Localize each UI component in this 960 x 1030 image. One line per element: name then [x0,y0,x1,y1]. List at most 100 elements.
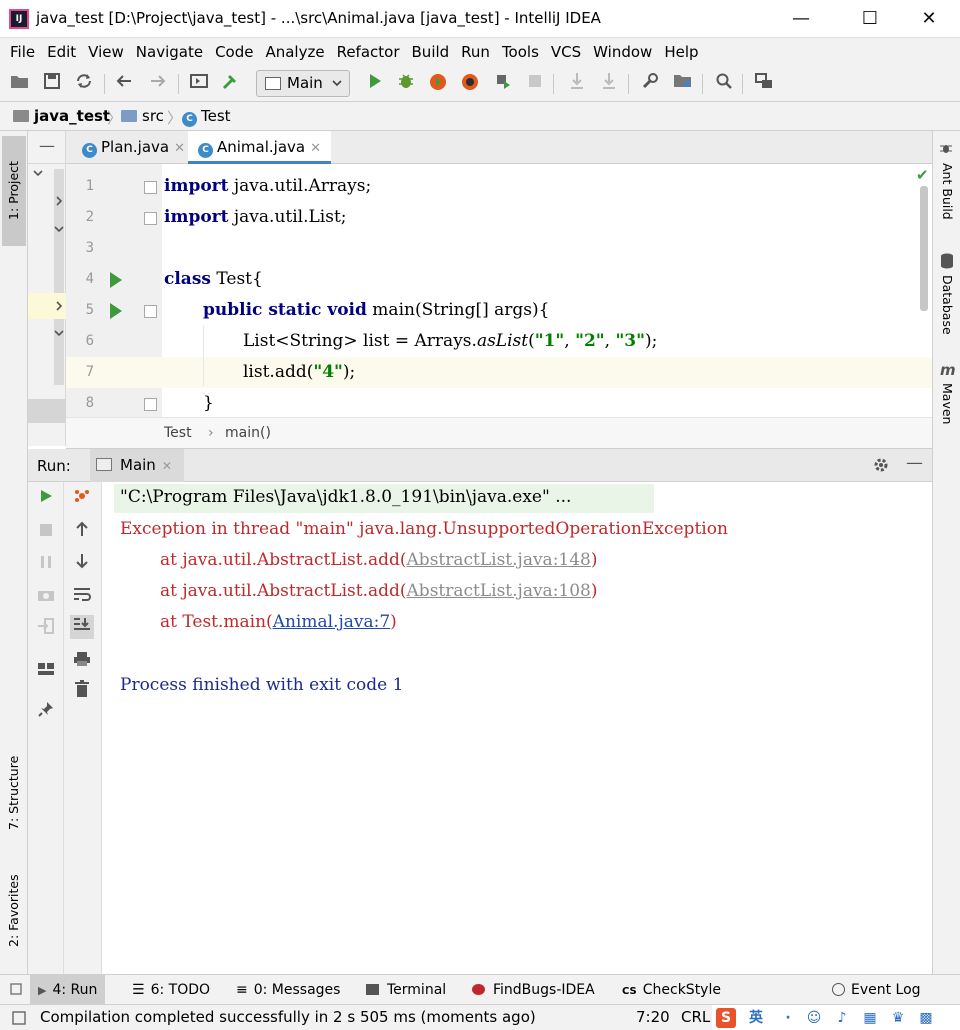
stop-icon[interactable] [34,520,58,544]
tool-tab-run[interactable]: ▶ 4: Run [30,975,106,1005]
scroll-to-end-icon[interactable] [70,615,94,639]
trash-icon[interactable] [70,680,94,704]
login-icon[interactable] [34,617,58,641]
ime-punctuation-icon[interactable]: · [778,1008,798,1028]
menu-file[interactable]: File [4,43,41,61]
close-icon[interactable]: ✕ [162,459,172,473]
maximize-button[interactable]: ☐ [847,4,893,34]
code-line-current[interactable]: 7 list.add("4"); [66,357,932,388]
minimize-button[interactable]: — [778,4,824,34]
grid-icon[interactable]: ▩ [916,1008,936,1028]
menu-refactor[interactable]: Refactor [331,43,406,61]
profile-icon[interactable] [458,72,482,96]
close-icon[interactable]: ✕ [310,141,321,156]
breadcrumb-src[interactable]: src [121,107,164,125]
inspection-ok-icon[interactable]: ✔ [916,166,929,184]
tool-tab-terminal[interactable]: Terminal [358,975,454,1005]
settings-wrench-icon[interactable] [638,72,662,96]
coverage-icon[interactable] [426,72,450,96]
collapse-icon[interactable]: — [28,131,66,164]
menu-analyze[interactable]: Analyze [259,43,330,61]
breadcrumb-file[interactable]: C Test [182,107,231,127]
build-hammer-icon[interactable] [219,72,243,96]
shirt-icon[interactable]: ♛ [888,1008,908,1028]
tab-plan-java[interactable]: C Plan.java ✕ [72,131,195,164]
open-folder-icon[interactable] [8,72,32,96]
close-button[interactable]: ✕ [906,4,952,34]
keyboard-icon[interactable]: ▦ [860,1008,880,1028]
console-output[interactable]: "C:\Program Files\Java\jdk1.8.0_191\bin\… [102,482,932,974]
fold-icon[interactable] [144,212,157,225]
vcs-update-icon[interactable] [565,72,589,96]
chevron-down-icon[interactable] [54,223,64,239]
project-structure-icon[interactable] [671,72,695,96]
fold-icon[interactable] [144,398,157,411]
search-icon[interactable] [712,72,736,96]
code-line[interactable]: 1 import java.util.Arrays; [66,171,932,202]
run-icon[interactable] [363,72,387,96]
tool-tab-checkstyle[interactable]: CS CheckStyle [614,975,729,1005]
fold-icon[interactable] [144,181,157,194]
menu-view[interactable]: View [82,43,130,61]
code-line[interactable]: 8 } [66,388,932,417]
stack-frame-link[interactable]: AbstractList.java:108 [407,581,591,601]
code-editor[interactable]: 1 import java.util.Arrays; 2 import java… [66,164,932,417]
menu-window[interactable]: Window [587,43,658,61]
vcs-commit-icon[interactable] [597,72,621,96]
tool-tab-messages[interactable]: ≡ 0: Messages [228,975,348,1005]
tool-tab-maven[interactable]: Maven [935,383,959,453]
close-icon[interactable]: ✕ [174,141,185,156]
hide-panel-icon[interactable]: — [906,453,923,473]
back-arrow-icon[interactable] [112,72,136,96]
breadcrumb-method[interactable]: main() [225,425,271,441]
fold-icon[interactable] [144,305,157,318]
tool-tab-ant-build[interactable]: Ant Build [935,163,959,243]
tab-animal-java[interactable]: C Animal.java ✕ [188,131,332,164]
gear-icon[interactable] [872,456,890,478]
code-line[interactable]: 2 import java.util.List; [66,202,932,233]
code-line[interactable]: 3 [66,233,932,264]
arrow-up-icon[interactable] [70,520,94,544]
tool-tab-database[interactable]: Database [935,275,959,355]
menu-tools[interactable]: Tools [496,43,545,61]
tool-tab-favorites[interactable]: 2: Favorites [2,861,26,961]
stack-frame-link[interactable]: Animal.java:7 [273,612,390,632]
project-tree-selected-row[interactable] [28,293,66,319]
microphone-icon[interactable]: ♪ [832,1008,852,1028]
sync-icon[interactable] [72,72,96,96]
tool-tab-todo[interactable]: ☰ 6: TODO [124,975,218,1005]
chevron-down-icon[interactable] [54,327,64,343]
tool-tab-findbugs[interactable]: FindBugs-IDEA [464,975,603,1005]
sogou-ime-icon[interactable]: S [716,1008,736,1028]
chevron-down-icon[interactable] [32,167,44,183]
camera-icon[interactable] [34,585,58,609]
code-line[interactable]: 5 public static void main(String[] args)… [66,295,932,326]
menu-edit[interactable]: Edit [41,43,82,61]
arrow-down-icon[interactable] [70,552,94,576]
layout-icon[interactable] [187,72,211,96]
code-line[interactable]: 6 List<String> list = Arrays.asList("1",… [66,326,932,357]
pause-icon[interactable] [34,552,58,576]
code-line[interactable]: 4 class Test{ [66,264,932,295]
debug-flower-icon[interactable] [70,487,94,511]
menu-help[interactable]: Help [658,43,704,61]
toggle-panels-icon[interactable] [10,983,22,999]
print-icon[interactable] [70,650,94,674]
run-gutter-icon[interactable] [110,303,122,319]
run-gutter-icon[interactable] [110,272,122,288]
menu-run[interactable]: Run [455,43,496,61]
editor-scrollbar[interactable] [920,186,928,311]
run-configuration-select[interactable]: Main [256,70,350,97]
soft-wrap-icon[interactable] [70,585,94,609]
debug-bug-icon[interactable] [394,72,418,96]
stack-frame-link[interactable]: AbstractList.java:148 [407,550,591,570]
breadcrumb-project[interactable]: java_test [13,107,110,125]
rerun-icon[interactable] [34,487,58,511]
emoji-icon[interactable]: ☺ [804,1008,824,1028]
tool-tab-event-log[interactable]: Event Log [824,975,929,1005]
menu-build[interactable]: Build [406,43,456,61]
stop-icon[interactable] [523,72,547,96]
tool-tab-structure[interactable]: 7: Structure [2,743,26,843]
project-tree-hscroll[interactable] [28,399,66,423]
status-toggle-icon[interactable] [12,1011,26,1029]
